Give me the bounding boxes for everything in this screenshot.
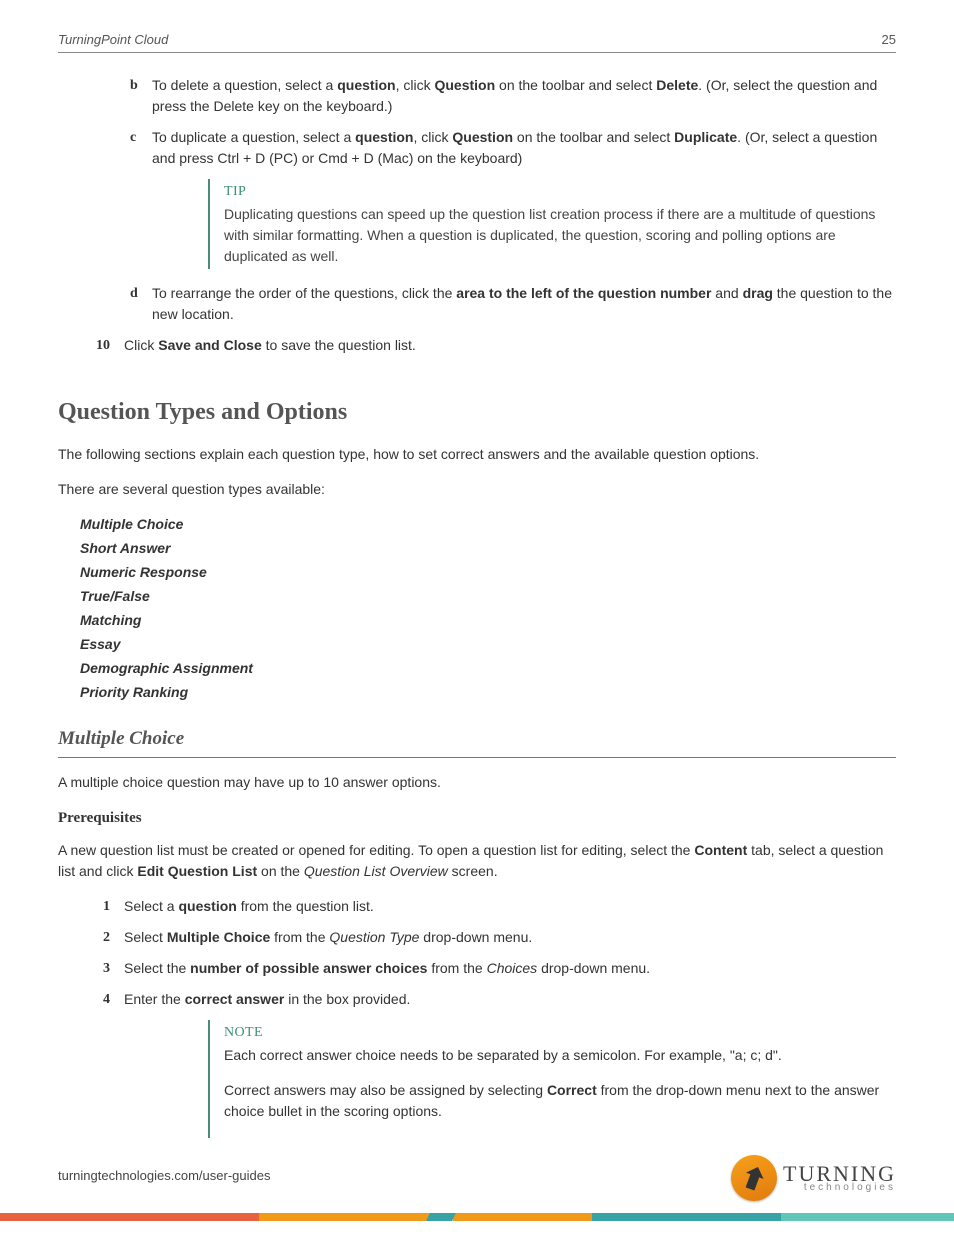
heading-question-types: Question Types and Options	[58, 394, 896, 430]
note-title: NOTE	[224, 1022, 886, 1043]
heading-multiple-choice: Multiple Choice	[58, 725, 896, 759]
step-10-label: 10	[82, 335, 110, 356]
question-type-list: Multiple Choice Short Answer Numeric Res…	[80, 514, 896, 703]
qtype-multiple-choice: Multiple Choice	[80, 514, 896, 535]
note-body-1: Each correct answer choice needs to be s…	[224, 1045, 886, 1066]
mc-step-3-label: 3	[82, 958, 110, 979]
qtype-demographic-assignment: Demographic Assignment	[80, 658, 896, 679]
qtype-true-false: True/False	[80, 586, 896, 607]
step-10: 10 Click Save and Close to save the ques…	[82, 335, 896, 356]
step-c: c To duplicate a question, select a ques…	[130, 127, 896, 169]
step-10-text: Click Save and Close to save the questio…	[124, 335, 896, 356]
footer-color-bar	[0, 1213, 954, 1221]
intro-paragraph-1: The following sections explain each ques…	[58, 444, 896, 465]
mc-step-4-label: 4	[82, 989, 110, 1010]
mc-step-2-label: 2	[82, 927, 110, 948]
page-header: TurningPoint Cloud 25	[58, 30, 896, 53]
mc-step-1: 1 Select a question from the question li…	[82, 896, 896, 917]
logo-text-big: TURNING	[783, 1164, 896, 1184]
mc-step-2-text: Select Multiple Choice from the Question…	[124, 927, 896, 948]
qtype-priority-ranking: Priority Ranking	[80, 682, 896, 703]
qtype-numeric-response: Numeric Response	[80, 562, 896, 583]
tip-title: TIP	[224, 181, 886, 202]
step-b: b To delete a question, select a questio…	[130, 75, 896, 117]
note-body-2: Correct answers may also be assigned by …	[224, 1080, 886, 1122]
intro-paragraph-2: There are several question types availab…	[58, 479, 896, 500]
step-b-label: b	[130, 75, 152, 117]
qtype-short-answer: Short Answer	[80, 538, 896, 559]
tip-body: Duplicating questions can speed up the q…	[224, 204, 886, 267]
footer-url: turningtechnologies.com/user-guides	[58, 1166, 270, 1186]
mc-step-3-text: Select the number of possible answer cho…	[124, 958, 896, 979]
page-number: 25	[882, 30, 896, 50]
tip-callout: TIP Duplicating questions can speed up t…	[208, 179, 896, 269]
qtype-essay: Essay	[80, 634, 896, 655]
prerequisites-text: A new question list must be created or o…	[58, 840, 896, 882]
mc-step-2: 2 Select Multiple Choice from the Questi…	[82, 927, 896, 948]
step-d-label: d	[130, 283, 152, 325]
turning-logo: TURNING technologies	[731, 1155, 896, 1201]
mc-step-1-label: 1	[82, 896, 110, 917]
mc-description: A multiple choice question may have up t…	[58, 772, 896, 793]
step-d-text: To rearrange the order of the questions,…	[152, 283, 896, 325]
mc-step-4-text: Enter the correct answer in the box prov…	[124, 989, 896, 1010]
step-c-text: To duplicate a question, select a questi…	[152, 127, 896, 169]
step-b-text: To delete a question, select a question,…	[152, 75, 896, 117]
mc-step-1-text: Select a question from the question list…	[124, 896, 896, 917]
step-d: d To rearrange the order of the question…	[130, 283, 896, 325]
heading-prerequisites: Prerequisites	[58, 807, 896, 830]
doc-title: TurningPoint Cloud	[58, 30, 168, 50]
page-footer: turningtechnologies.com/user-guides TURN…	[0, 1167, 954, 1221]
mc-step-3: 3 Select the number of possible answer c…	[82, 958, 896, 979]
mc-step-4: 4 Enter the correct answer in the box pr…	[82, 989, 896, 1010]
qtype-matching: Matching	[80, 610, 896, 631]
step-c-label: c	[130, 127, 152, 169]
turning-logo-icon	[731, 1155, 777, 1201]
note-callout: NOTE Each correct answer choice needs to…	[208, 1020, 896, 1138]
